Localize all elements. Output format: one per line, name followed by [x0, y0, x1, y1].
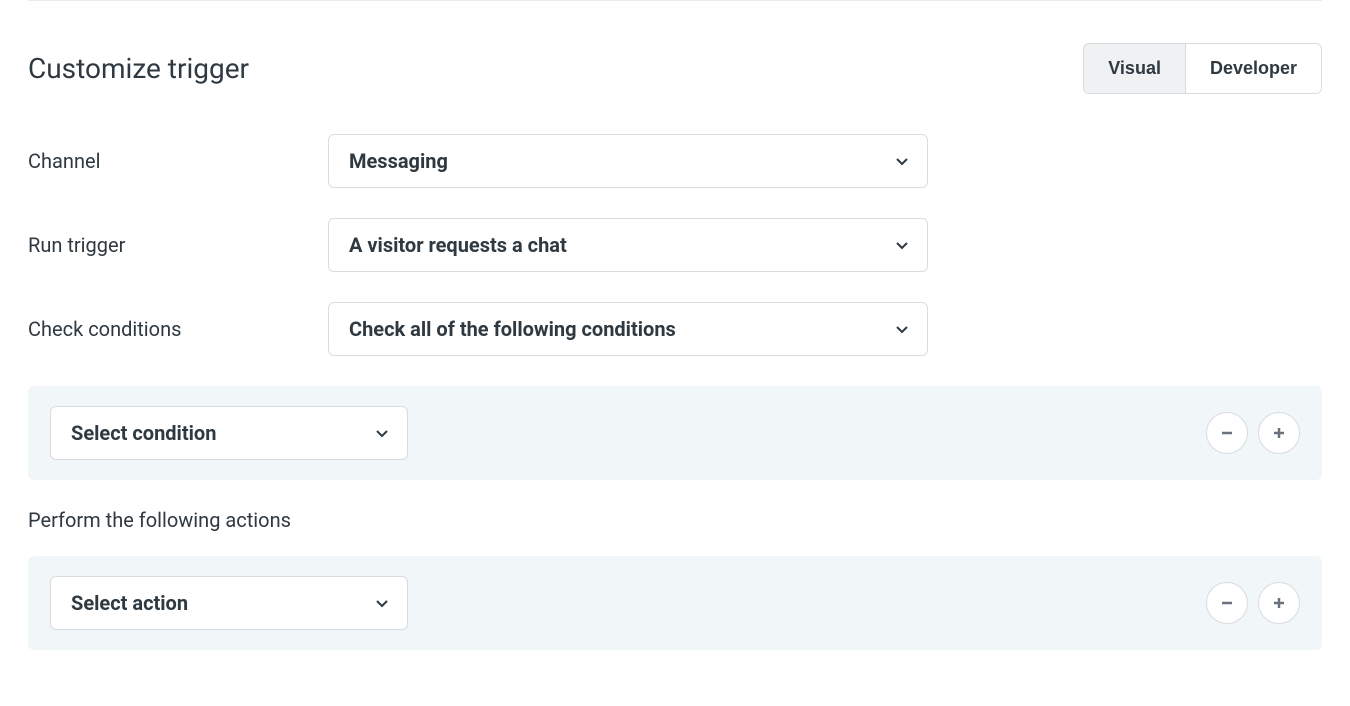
condition-placeholder: Select condition: [71, 421, 216, 445]
run-trigger-row: Run trigger A visitor requests a chat: [28, 218, 1322, 272]
check-conditions-value: Check all of the following conditions: [349, 317, 676, 341]
check-conditions-row: Check conditions Check all of the follow…: [28, 302, 1322, 356]
channel-select[interactable]: Messaging: [328, 134, 928, 188]
actions-panel: Select action: [28, 556, 1322, 650]
plus-icon: [1271, 595, 1287, 611]
condition-controls: [1206, 412, 1300, 454]
check-conditions-select[interactable]: Check all of the following conditions: [328, 302, 928, 356]
check-conditions-label: Check conditions: [28, 317, 328, 341]
actions-section-label: Perform the following actions: [28, 508, 1322, 532]
channel-value: Messaging: [349, 149, 448, 173]
add-action-button[interactable]: [1258, 582, 1300, 624]
minus-icon: [1219, 425, 1235, 441]
channel-row: Channel Messaging: [28, 134, 1322, 188]
tab-visual[interactable]: Visual: [1084, 44, 1186, 93]
conditions-panel: Select condition: [28, 386, 1322, 480]
action-select[interactable]: Select action: [50, 576, 408, 630]
header-row: Customize trigger Visual Developer: [28, 43, 1322, 94]
plus-icon: [1271, 425, 1287, 441]
view-toggle: Visual Developer: [1083, 43, 1322, 94]
run-trigger-select[interactable]: A visitor requests a chat: [328, 218, 928, 272]
action-placeholder: Select action: [71, 591, 188, 615]
tab-developer[interactable]: Developer: [1186, 44, 1321, 93]
channel-label: Channel: [28, 149, 328, 173]
condition-select[interactable]: Select condition: [50, 406, 408, 460]
run-trigger-label: Run trigger: [28, 233, 328, 257]
run-trigger-value: A visitor requests a chat: [349, 233, 567, 257]
action-controls: [1206, 582, 1300, 624]
minus-icon: [1219, 595, 1235, 611]
add-condition-button[interactable]: [1258, 412, 1300, 454]
remove-condition-button[interactable]: [1206, 412, 1248, 454]
page-title: Customize trigger: [28, 52, 249, 85]
divider: [28, 0, 1322, 1]
remove-action-button[interactable]: [1206, 582, 1248, 624]
